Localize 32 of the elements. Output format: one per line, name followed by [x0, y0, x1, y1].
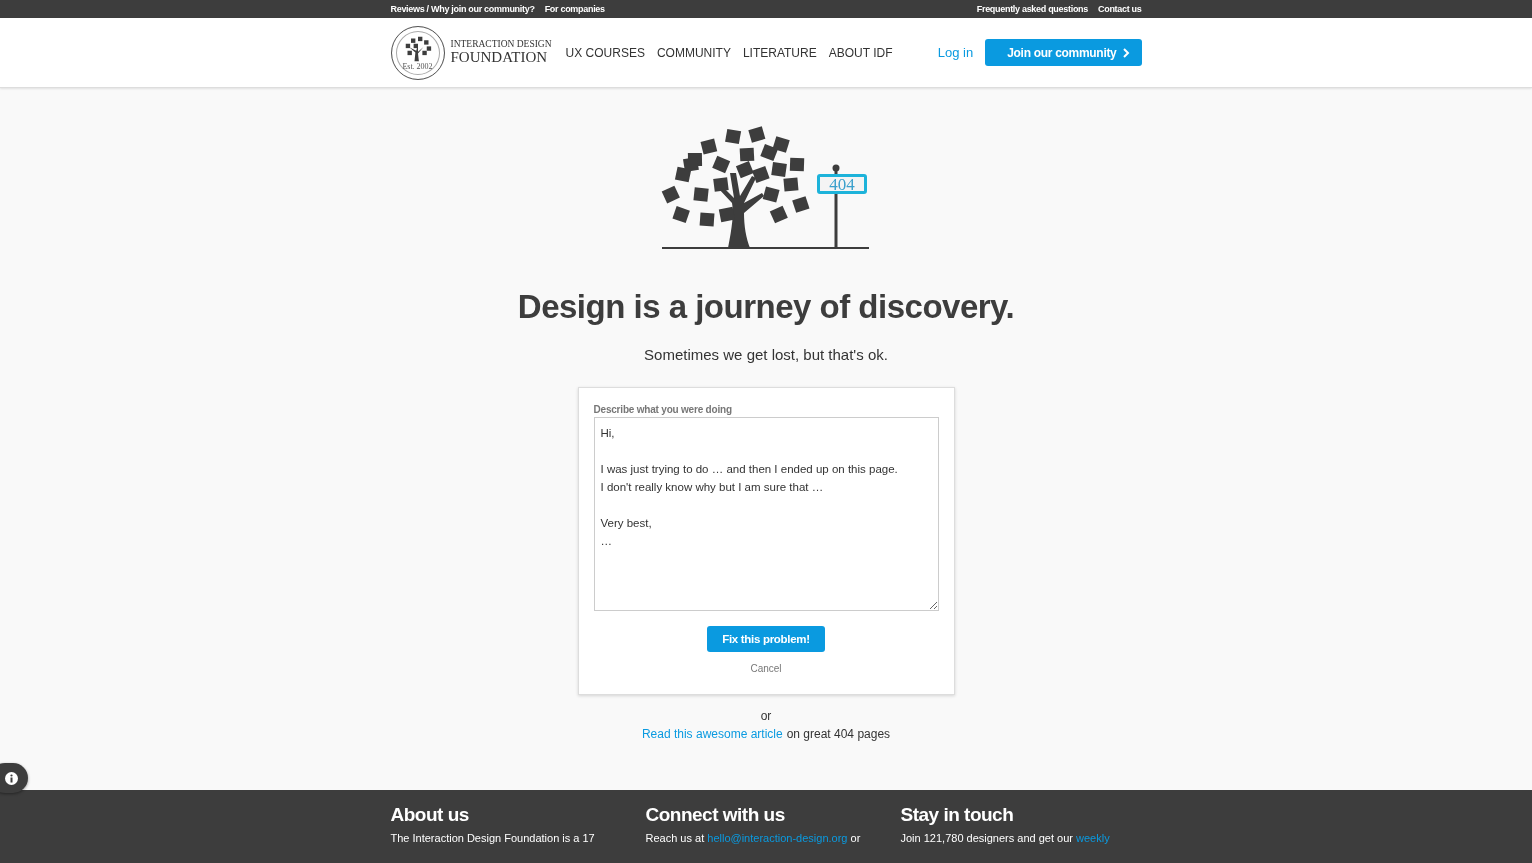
footer-text: The Interaction Design Foundation is a 17	[390, 832, 596, 844]
top-link[interactable]: Frequently asked questions	[976, 4, 1088, 14]
footer-heading: Connect with us	[645, 804, 786, 826]
page-title: Design is a journey of discovery.	[517, 288, 1015, 326]
footer-text: Reach us at hello@interaction-design.org or	[645, 832, 862, 844]
info-button[interactable]	[0, 763, 28, 793]
or-text: or	[760, 709, 772, 723]
logo-est-text: Est. 2002	[402, 62, 433, 71]
chevron-right-icon	[1122, 47, 1130, 58]
article-text: on great 404 pages	[786, 727, 891, 741]
sign-board: 404	[817, 174, 867, 194]
footer-link[interactable]: hello@interaction-design.org	[707, 832, 848, 844]
cancel-link[interactable]: Cancel	[750, 663, 782, 674]
nav-link[interactable]: LITERATURE	[742, 45, 817, 60]
logo-text: FOUNDATION	[450, 49, 549, 65]
nav-link[interactable]: COMMUNITY	[656, 45, 731, 60]
top-link[interactable]: Contact us	[1098, 4, 1142, 14]
nav-link[interactable]: UX COURSES	[565, 45, 645, 60]
description-field[interactable]: Hi, I was just trying to do … and then I ended up on this page. I don't really know why but I am sure that … Very best, …	[593, 417, 939, 611]
field-label: Describe what you were doing	[593, 404, 732, 415]
footer-text: Join 121,780 designers and get our weekly	[900, 832, 1111, 844]
subtitle: Sometimes we get lost, but that's ok.	[644, 346, 888, 363]
info-icon	[5, 771, 18, 785]
top-link[interactable]: For companies	[544, 4, 605, 14]
tree-icon	[403, 34, 432, 63]
footer-heading: About us	[390, 804, 470, 826]
logo-text: INTERACTION DESIGN	[450, 40, 552, 50]
footer-heading: Stay in touch	[900, 804, 1015, 826]
logo-emblem[interactable]: Est. 2002	[390, 25, 445, 80]
footer-link[interactable]: weekly	[1076, 832, 1110, 844]
top-link[interactable]: Reviews / Why join our community?	[390, 4, 535, 14]
nav-link[interactable]: ABOUT IDF	[828, 45, 893, 60]
